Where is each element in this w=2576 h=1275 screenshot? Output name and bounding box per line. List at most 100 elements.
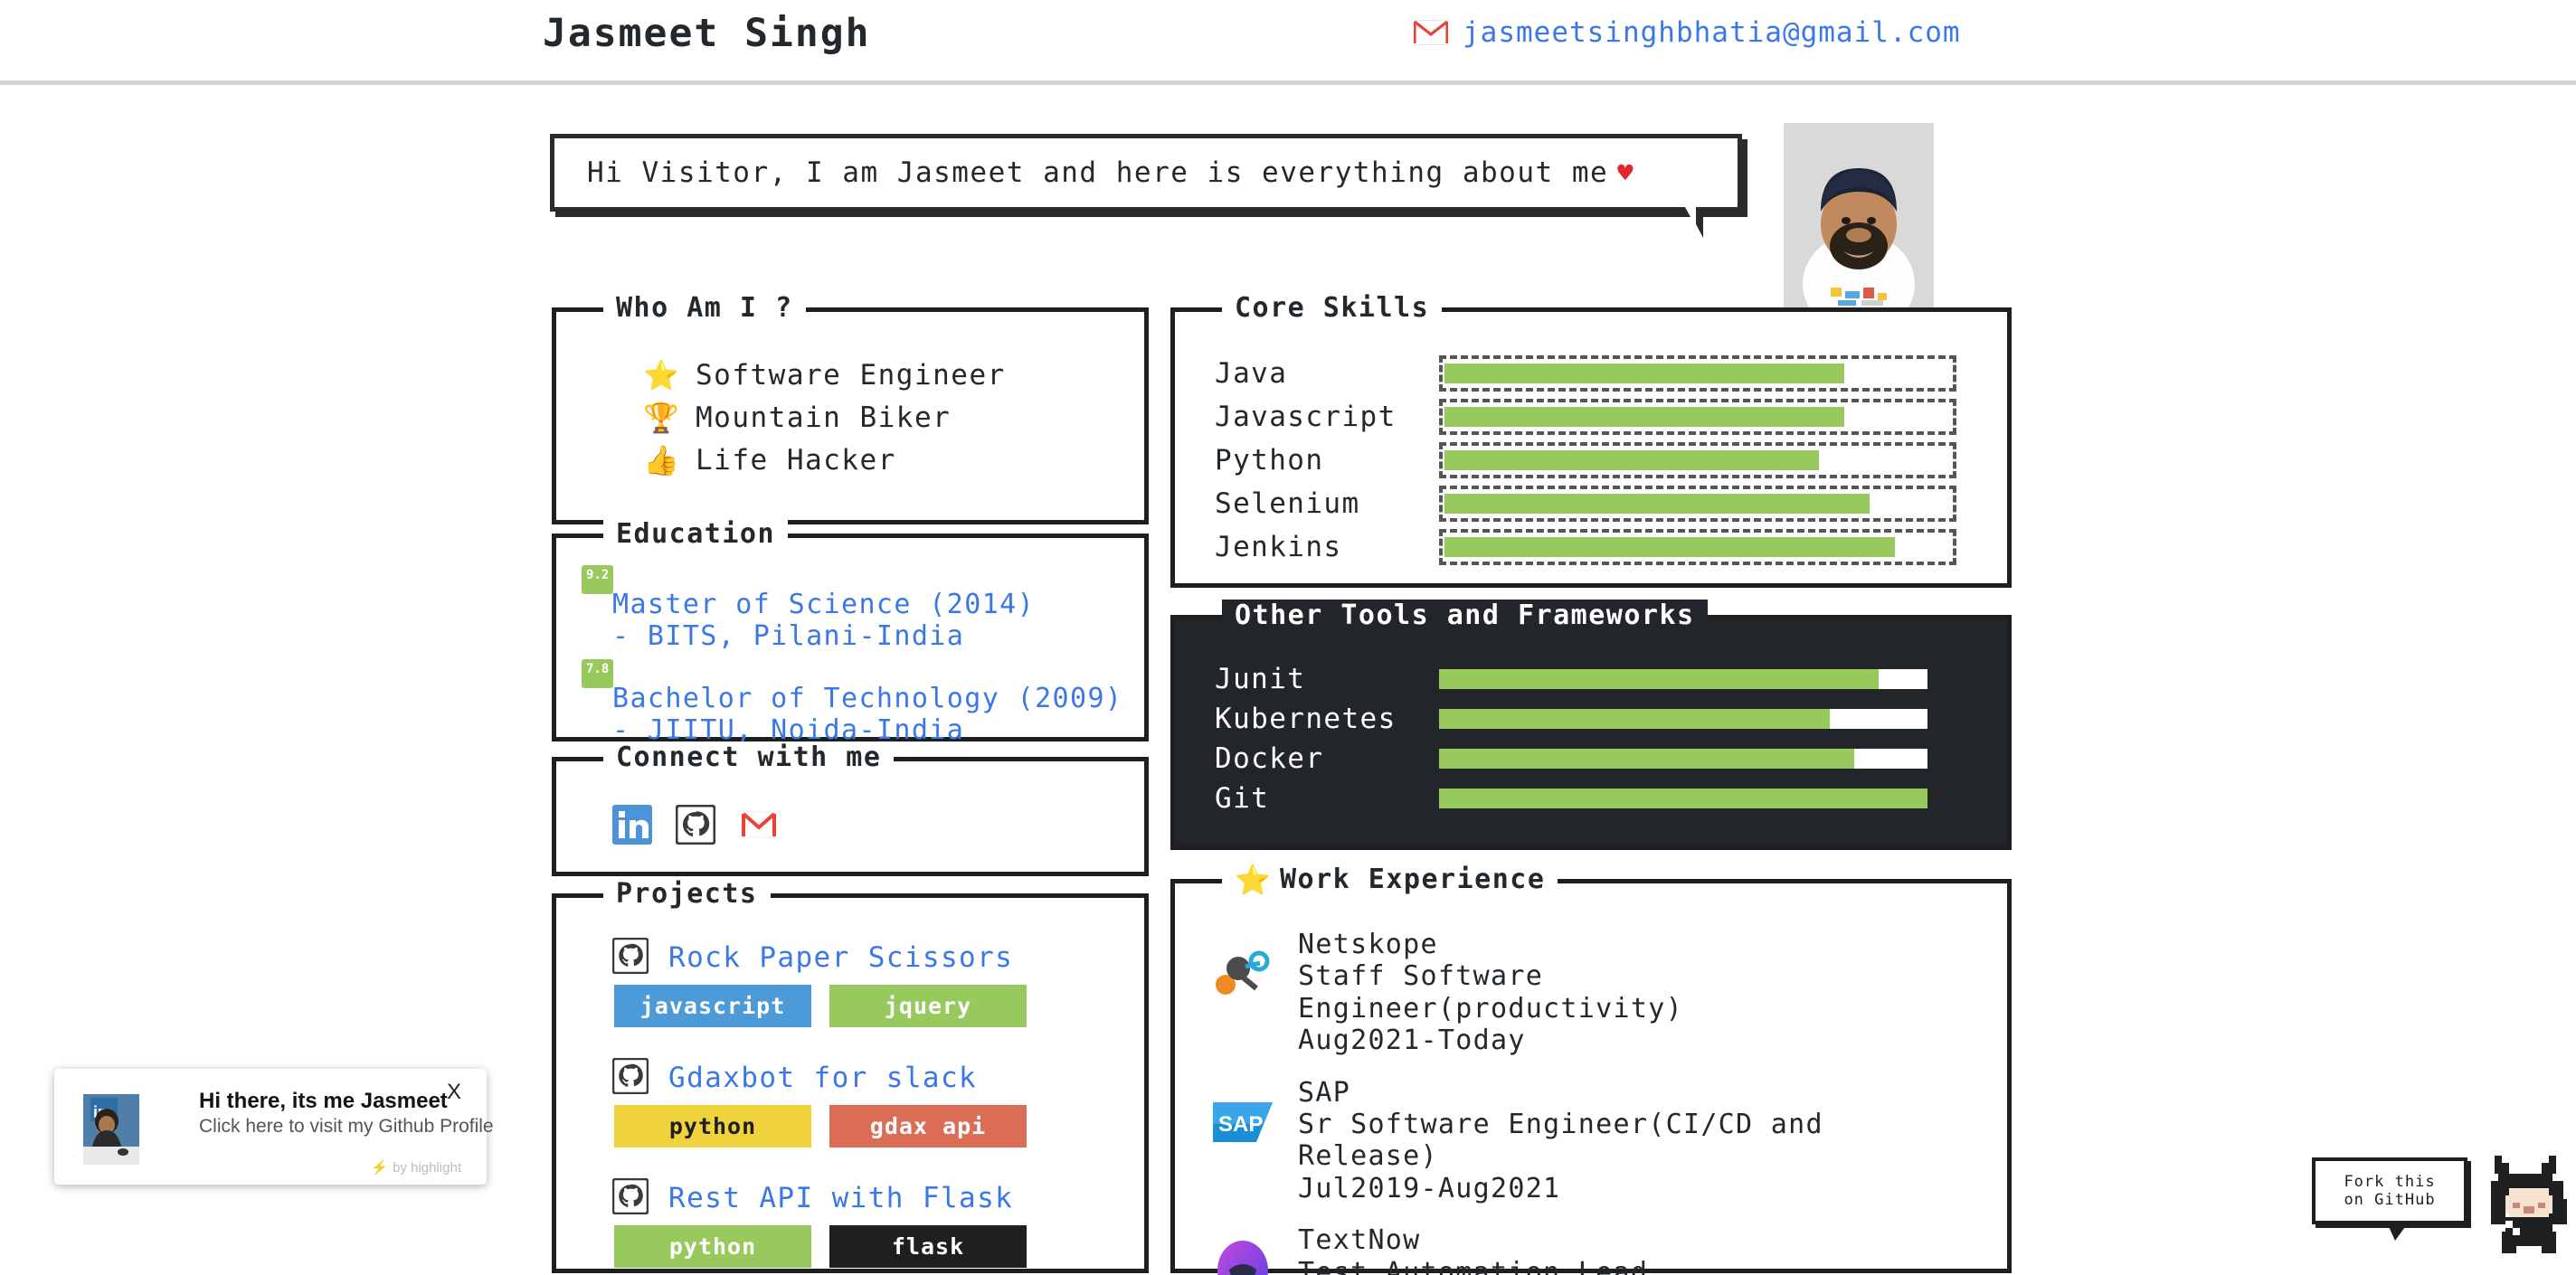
who-am-i-item: 👍 Life Hacker bbox=[643, 444, 1144, 477]
work-lines: SAP Sr Software Engineer(CI/CD and Relea… bbox=[1298, 1077, 1823, 1205]
education-list: 9.2 Master of Science (2014) - BITS, Pil… bbox=[556, 538, 1144, 746]
bolt-icon: ⚡ bbox=[371, 1160, 389, 1176]
tool-row: Kubernetes bbox=[1175, 703, 2007, 735]
gmail-link[interactable] bbox=[739, 805, 779, 845]
trophy-icon: 🏆 bbox=[643, 401, 681, 435]
education-degree-link[interactable]: Master of Science (2014) bbox=[612, 569, 1144, 620]
education-degree-link[interactable]: Bachelor of Technology (2009) bbox=[612, 663, 1144, 714]
skill-progress-fill bbox=[1444, 494, 1870, 514]
octocat-icon[interactable] bbox=[2484, 1152, 2576, 1266]
projects-title: Projects bbox=[603, 878, 771, 910]
projects-list: Rock Paper Scissors javascript jquery Gd… bbox=[556, 898, 1144, 1268]
linkedin-link[interactable] bbox=[612, 805, 652, 845]
project-link[interactable]: Rest API with Flask bbox=[668, 1182, 1013, 1214]
other-tools-list: Junit Kubernetes Docker Git bbox=[1175, 619, 2007, 815]
work-item: SAP SAP Sr Software Engineer(CI/CD and R… bbox=[1175, 1077, 2007, 1205]
gmail-icon bbox=[1413, 20, 1449, 45]
work-company: TextNow bbox=[1298, 1224, 1421, 1257]
tool-label: Docker bbox=[1215, 742, 1324, 775]
education-title: Education bbox=[603, 518, 789, 550]
skill-progress-track bbox=[1439, 355, 1956, 392]
netskope-logo bbox=[1208, 940, 1278, 1010]
tool-label: Junit bbox=[1215, 663, 1306, 695]
education-school-link[interactable]: - BITS, Pilani-India bbox=[612, 620, 1144, 652]
project-link[interactable]: Rock Paper Scissors bbox=[668, 941, 1013, 974]
work-company: SAP bbox=[1298, 1076, 1351, 1109]
skill-progress-fill bbox=[1444, 537, 1896, 557]
github-notification-popup[interactable]: in Hi there, its me Jasmeet Click here t… bbox=[54, 1069, 494, 1185]
fork-line-2: on GitHub bbox=[2344, 1191, 2436, 1209]
skill-progress-fill bbox=[1444, 407, 1845, 427]
work-role-line: Engineer(productivity) bbox=[1298, 992, 1683, 1025]
skill-row: Selenium bbox=[1175, 486, 2007, 522]
skill-label: Selenium bbox=[1215, 487, 1360, 520]
skill-progress-track bbox=[1439, 529, 1956, 565]
who-am-i-item: ⭐ Software Engineer bbox=[643, 359, 1144, 392]
project-link[interactable]: Gdaxbot for slack bbox=[668, 1062, 977, 1094]
project-header: Rock Paper Scissors bbox=[556, 937, 1144, 978]
work-lines: TextNow Test Automation Lead bbox=[1298, 1224, 1648, 1275]
skill-progress-fill bbox=[1444, 450, 1820, 470]
tool-progress-track bbox=[1439, 669, 1927, 689]
core-skills-panel: Core Skills Java Javascript Python Selen… bbox=[1170, 292, 2012, 588]
skill-label: Java bbox=[1215, 357, 1288, 390]
email-link[interactable]: jasmeetsinghbhatia@gmail.com bbox=[1463, 16, 1961, 49]
gpa-badge: 9.2 bbox=[582, 565, 614, 594]
notification-credit: ⚡ by highlight bbox=[371, 1159, 461, 1176]
thumbs-up-icon: 👍 bbox=[643, 443, 681, 477]
work-item: TextNow Test Automation Lead bbox=[1175, 1224, 2007, 1275]
work-experience-panel: ⭐ Work Experience Netskope Staff Softwar… bbox=[1170, 864, 2012, 1275]
work-item: Netskope Staff Software Engineer(product… bbox=[1175, 929, 2007, 1057]
fork-bubble[interactable]: Fork this on GitHub bbox=[2312, 1157, 2467, 1241]
fork-bubble-tail bbox=[2386, 1221, 2410, 1241]
close-icon[interactable]: X bbox=[447, 1080, 461, 1105]
tool-label: Git bbox=[1215, 782, 1270, 815]
project-tag: flask bbox=[829, 1225, 1027, 1268]
work-dates: Aug2021-Today bbox=[1298, 1025, 1526, 1057]
skill-row: Jenkins bbox=[1175, 529, 2007, 565]
fork-badge[interactable]: Fork this on GitHub bbox=[2312, 1156, 2567, 1262]
header-email-block: jasmeetsinghbhatia@gmail.com bbox=[1413, 16, 1961, 49]
linkedin-icon bbox=[612, 805, 652, 845]
connect-panel: Connect with me bbox=[552, 741, 1149, 876]
tool-progress-fill bbox=[1439, 789, 1927, 808]
tool-progress-fill bbox=[1439, 669, 1879, 689]
skill-row: Python bbox=[1175, 442, 2007, 478]
site-header: Jasmeet Singh jasmeetsinghbhatia@gmail.c… bbox=[0, 0, 2576, 85]
project-tag: python bbox=[614, 1225, 811, 1268]
skill-progress-fill bbox=[1444, 364, 1845, 383]
github-link[interactable] bbox=[675, 804, 716, 845]
tool-progress-fill bbox=[1439, 709, 1830, 729]
work-company: Netskope bbox=[1298, 929, 1438, 960]
sap-logo: SAP bbox=[1208, 1088, 1278, 1158]
intro-bubble: Hi Visitor, I am Jasmeet and here is eve… bbox=[550, 134, 1742, 238]
who-am-i-label: Life Hacker bbox=[696, 444, 896, 477]
page-root: Jasmeet Singh jasmeetsinghbhatia@gmail.c… bbox=[0, 0, 2576, 1275]
tool-label: Kubernetes bbox=[1215, 703, 1397, 735]
education-item: 9.2 Master of Science (2014) - BITS, Pil… bbox=[556, 565, 1144, 652]
svg-text:SAP: SAP bbox=[1218, 1112, 1263, 1137]
skill-label: Python bbox=[1215, 444, 1324, 477]
gpa-badge: 7.8 bbox=[582, 659, 614, 688]
heart-icon: ♥ bbox=[1617, 157, 1634, 188]
project-item: Rock Paper Scissors javascript jquery bbox=[556, 937, 1144, 1027]
tool-progress-track bbox=[1439, 749, 1927, 769]
connect-links bbox=[556, 761, 1144, 845]
notification-title: Hi there, its me Jasmeet bbox=[199, 1089, 448, 1113]
github-icon bbox=[675, 804, 716, 845]
work-role-line: Test Automation Lead bbox=[1298, 1256, 1649, 1275]
connect-title: Connect with me bbox=[603, 741, 895, 773]
project-tag: jquery bbox=[829, 985, 1027, 1027]
who-am-i-list: ⭐ Software Engineer 🏆 Mountain Biker 👍 L… bbox=[556, 312, 1144, 477]
github-icon bbox=[611, 1177, 652, 1218]
tool-row: Junit bbox=[1175, 663, 2007, 695]
work-experience-title-text: Work Experience bbox=[1280, 864, 1546, 895]
skill-progress-track bbox=[1439, 399, 1956, 435]
work-dates: Jul2019-Aug2021 bbox=[1298, 1172, 1561, 1204]
who-am-i-panel: Who Am I ? ⭐ Software Engineer 🏆 Mountai… bbox=[552, 292, 1149, 524]
fork-line-1: Fork this bbox=[2344, 1173, 2436, 1191]
project-tags: javascript jquery bbox=[556, 985, 1144, 1027]
other-tools-title: Other Tools and Frameworks bbox=[1222, 600, 1708, 631]
who-am-i-label: Mountain Biker bbox=[696, 401, 952, 434]
work-experience-title: ⭐ Work Experience bbox=[1222, 864, 1558, 895]
